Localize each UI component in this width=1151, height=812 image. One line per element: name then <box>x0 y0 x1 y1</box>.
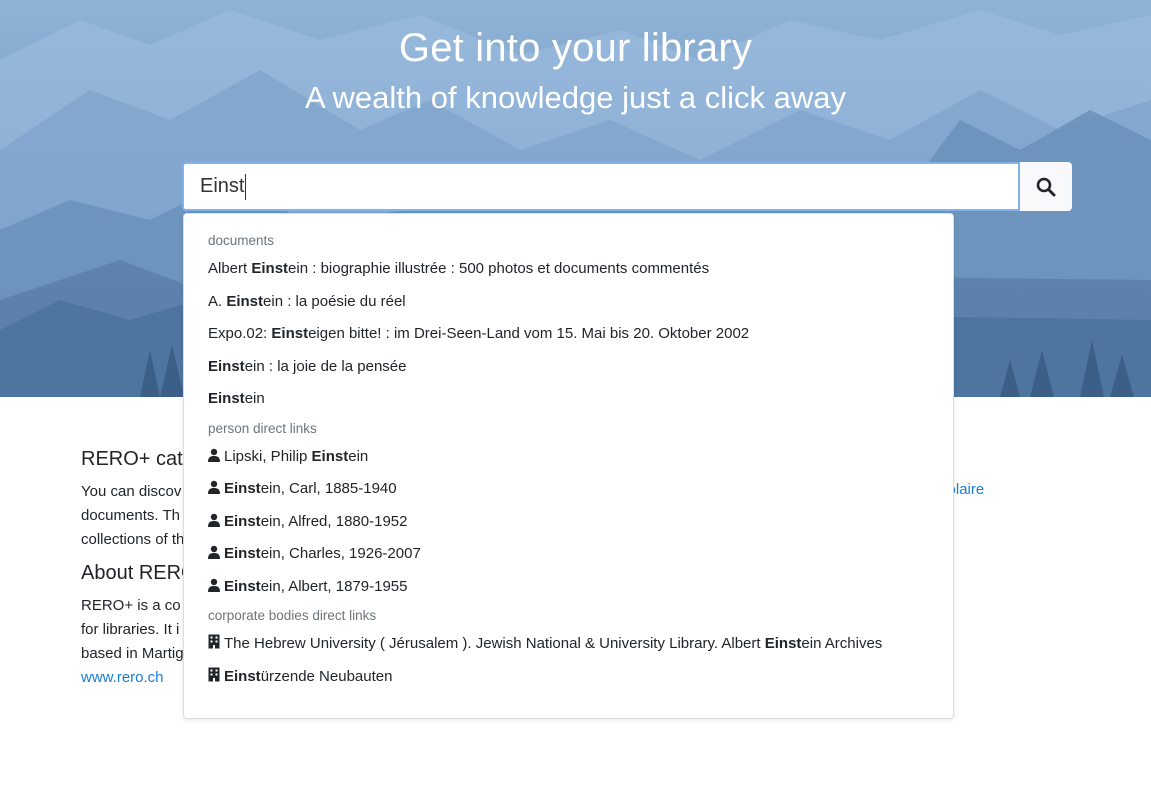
person-icon <box>208 513 220 527</box>
person-suggestion-item[interactable]: Lipski, Philip Einstein <box>184 441 953 474</box>
building-icon <box>208 634 220 649</box>
suggestion-item[interactable]: A. Einstein : la poésie du réel <box>184 286 953 319</box>
suggestion-item[interactable]: Albert Einstein : biographie illustrée :… <box>184 253 953 286</box>
person-icon <box>208 448 220 462</box>
hero-subtitle: A wealth of knowledge just a click away <box>304 80 847 115</box>
search-bar: Einst <box>182 162 1072 211</box>
person-suggestion-item[interactable]: Einstein, Charles, 1926-2007 <box>184 538 953 571</box>
suggestion-item[interactable]: Einstein : la joie de la pensée <box>184 351 953 384</box>
corporate-suggestion-item[interactable]: Einstürzende Neubauten <box>184 661 953 694</box>
building-icon <box>208 667 220 681</box>
dropdown-section-header: corporate bodies direct links <box>208 608 377 623</box>
person-icon <box>208 545 220 559</box>
dropdown-section-header: person direct links <box>208 420 317 436</box>
person-suggestion-item[interactable]: Einstein, Carl, 1885-1940 <box>184 473 953 506</box>
person-suggestion-item[interactable]: Einstein, Albert, 1879-1955 <box>184 571 953 604</box>
search-input[interactable]: Einst <box>182 162 1020 211</box>
autocomplete-dropdown: documents Albert Einstein : biographie i… <box>183 213 954 719</box>
suggestion-item[interactable]: Expo.02: Einsteigen bitte! : im Drei-See… <box>184 318 953 351</box>
person-icon <box>208 578 220 592</box>
person-icon <box>208 480 220 494</box>
rero-website-link[interactable]: www.rero.ch <box>81 669 164 686</box>
search-icon <box>1036 177 1056 196</box>
suggestion-item[interactable]: Einstein <box>184 383 953 416</box>
person-suggestion-item[interactable]: Einstein, Alfred, 1880-1952 <box>184 506 953 539</box>
hero-title: Get into your library <box>398 26 753 70</box>
search-button[interactable] <box>1020 162 1072 211</box>
search-input-value: Einst <box>200 175 245 197</box>
dropdown-section-header: documents <box>208 233 275 248</box>
corporate-suggestion-item[interactable]: The Hebrew University ( Jérusalem ). Jew… <box>184 628 953 661</box>
text-caret <box>245 173 247 200</box>
